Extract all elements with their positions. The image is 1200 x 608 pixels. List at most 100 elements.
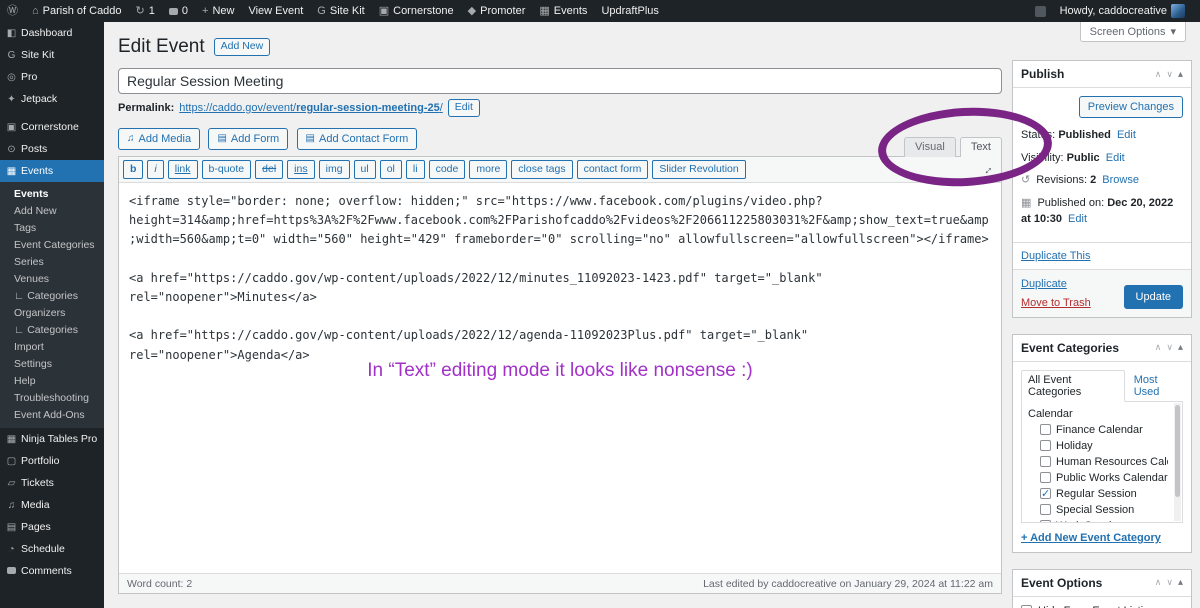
submenu-item-venue-categories[interactable]: ∟ Categories <box>0 287 104 304</box>
slider-revolution-button[interactable]: Slider Revolution <box>652 160 745 180</box>
sidebar-item-pages[interactable]: ▤Pages <box>0 516 104 538</box>
public-works-checkbox[interactable] <box>1040 472 1051 483</box>
move-down-icon[interactable]: ∨ <box>1166 577 1173 588</box>
category-item-regular-session[interactable]: Regular Session <box>1028 486 1168 502</box>
sidebar-item-pro[interactable]: ◎Pro <box>0 66 104 88</box>
edit-permalink-button[interactable]: Edit <box>448 99 480 117</box>
promoter-menu[interactable]: ◆Promoter <box>461 0 533 22</box>
submenu-item-organizers[interactable]: Organizers <box>0 304 104 321</box>
submenu-item-organizer-categories[interactable]: ∟ Categories <box>0 321 104 338</box>
site-name-menu[interactable]: ⌂Parish of Caddo <box>25 0 129 22</box>
blockquote-button[interactable]: b-quote <box>202 160 252 180</box>
sidebar-item-portfolio[interactable]: ▢Portfolio <box>0 450 104 472</box>
toggle-panel-icon[interactable]: ▴ <box>1178 342 1183 353</box>
move-up-icon[interactable]: ∧ <box>1155 342 1162 353</box>
submenu-item-series[interactable]: Series <box>0 253 104 270</box>
del-button[interactable]: del <box>255 160 283 180</box>
category-item-calendar[interactable]: Calendar <box>1028 406 1168 422</box>
event-options-header[interactable]: Event Options ∧∨▴ <box>1013 570 1191 597</box>
ol-button[interactable]: ol <box>380 160 402 180</box>
permalink-link[interactable]: https://caddo.gov/event/regular-session-… <box>179 102 443 114</box>
admin-bar-plugin-item[interactable] <box>1028 0 1053 22</box>
move-up-icon[interactable]: ∧ <box>1155 69 1162 80</box>
add-media-button[interactable]: ♫Add Media <box>118 128 200 150</box>
scrollbar-thumb[interactable] <box>1175 405 1180 497</box>
events-menu[interactable]: ▦Events <box>532 0 594 22</box>
bold-button[interactable]: b <box>123 160 143 180</box>
submenu-item-troubleshooting[interactable]: Troubleshooting <box>0 389 104 406</box>
code-button[interactable]: code <box>429 160 466 180</box>
submenu-item-tags[interactable]: Tags <box>0 219 104 236</box>
category-item-finance-calendar[interactable]: Finance Calendar <box>1028 422 1168 438</box>
move-down-icon[interactable]: ∨ <box>1166 342 1173 353</box>
add-new-event-category-link[interactable]: + Add New Event Category <box>1021 532 1161 544</box>
category-item-human-resources-calendar[interactable]: Human Resources Calendar <box>1028 454 1168 470</box>
sidebar-item-cornerstone[interactable]: ▣Cornerstone <box>0 116 104 138</box>
category-item-public-works-calendar[interactable]: Public Works Calendar <box>1028 470 1168 486</box>
more-button[interactable]: more <box>469 160 507 180</box>
edit-published-date-link[interactable]: Edit <box>1068 213 1087 225</box>
sidebar-item-tickets[interactable]: ▱Tickets <box>0 472 104 494</box>
sidebar-item-jetpack[interactable]: ✦Jetpack <box>0 88 104 110</box>
publish-panel-header[interactable]: Publish ∧∨▴ <box>1013 61 1191 88</box>
fullscreen-icon[interactable]: ↕ <box>978 159 999 180</box>
post-content-textarea[interactable]: <iframe style="border: none; overflow: h… <box>129 192 991 365</box>
ins-button[interactable]: ins <box>287 160 314 180</box>
most-used-tab[interactable]: Most Used <box>1132 371 1183 402</box>
sidebar-item-media[interactable]: ♫Media <box>0 494 104 516</box>
move-to-trash-link[interactable]: Move to Trash <box>1021 297 1091 309</box>
screen-options-button[interactable]: Screen Options▾ <box>1080 22 1186 42</box>
toggle-panel-icon[interactable]: ▴ <box>1178 69 1183 80</box>
submenu-item-event-add-ons[interactable]: Event Add-Ons <box>0 406 104 423</box>
post-title-input[interactable] <box>118 68 1002 94</box>
contact-form-button[interactable]: contact form <box>577 160 649 180</box>
submenu-item-venues[interactable]: Venues <box>0 270 104 287</box>
holiday-checkbox[interactable] <box>1040 440 1051 451</box>
li-button[interactable]: li <box>406 160 425 180</box>
move-down-icon[interactable]: ∨ <box>1166 69 1173 80</box>
human-resources-checkbox[interactable] <box>1040 456 1051 467</box>
my-account-menu[interactable]: Howdy, caddocreative <box>1053 0 1192 22</box>
cornerstone-menu[interactable]: ▣Cornerstone <box>372 0 461 22</box>
submenu-item-event-categories[interactable]: Event Categories <box>0 236 104 253</box>
link-button[interactable]: link <box>168 160 198 180</box>
updraftplus-menu[interactable]: UpdraftPlus <box>594 0 665 22</box>
category-item-work-session[interactable]: Work Session <box>1028 518 1168 523</box>
event-categories-header[interactable]: Event Categories ∧∨▴ <box>1013 335 1191 362</box>
category-item-holiday[interactable]: Holiday <box>1028 438 1168 454</box>
submenu-item-events[interactable]: Events <box>0 185 104 202</box>
move-up-icon[interactable]: ∧ <box>1155 577 1162 588</box>
regular-session-checkbox[interactable] <box>1040 488 1051 499</box>
preview-changes-button[interactable]: Preview Changes <box>1079 96 1183 118</box>
ul-button[interactable]: ul <box>354 160 376 180</box>
new-content-menu[interactable]: +New <box>195 0 241 22</box>
view-event-menu[interactable]: View Event <box>241 0 310 22</box>
submenu-item-help[interactable]: Help <box>0 372 104 389</box>
browse-revisions-link[interactable]: Browse <box>1102 174 1139 186</box>
visual-tab[interactable]: Visual <box>904 137 956 157</box>
finance-calendar-checkbox[interactable] <box>1040 424 1051 435</box>
submenu-item-import[interactable]: Import <box>0 338 104 355</box>
sidebar-item-ninja-tables-pro[interactable]: ▦Ninja Tables Pro <box>0 428 104 450</box>
close-tags-button[interactable]: close tags <box>511 160 572 180</box>
edit-status-link[interactable]: Edit <box>1117 129 1136 141</box>
edit-visibility-link[interactable]: Edit <box>1106 152 1125 164</box>
add-contact-form-button[interactable]: ▤Add Contact Form <box>297 128 418 150</box>
add-form-button[interactable]: ▤Add Form <box>208 128 288 150</box>
special-session-checkbox[interactable] <box>1040 504 1051 515</box>
sidebar-item-posts[interactable]: ⊙Posts <box>0 138 104 160</box>
update-button[interactable]: Update <box>1124 285 1183 309</box>
sidebar-item-events[interactable]: ▦Events <box>0 160 104 182</box>
sidebar-item-schedule[interactable]: ◔Schedule <box>0 538 104 560</box>
img-button[interactable]: img <box>319 160 350 180</box>
text-tab[interactable]: Text <box>960 137 1002 157</box>
duplicate-this-link[interactable]: Duplicate This <box>1021 250 1091 262</box>
work-session-checkbox[interactable] <box>1040 520 1051 523</box>
add-new-button[interactable]: Add New <box>214 38 271 56</box>
sidebar-item-comments[interactable]: Comments <box>0 560 104 582</box>
comments-menu[interactable]: 0 <box>162 0 195 22</box>
site-kit-menu[interactable]: GSite Kit <box>310 0 371 22</box>
submenu-item-settings[interactable]: Settings <box>0 355 104 372</box>
toggle-panel-icon[interactable]: ▴ <box>1178 577 1183 588</box>
sidebar-item-dashboard[interactable]: ◧Dashboard <box>0 22 104 44</box>
